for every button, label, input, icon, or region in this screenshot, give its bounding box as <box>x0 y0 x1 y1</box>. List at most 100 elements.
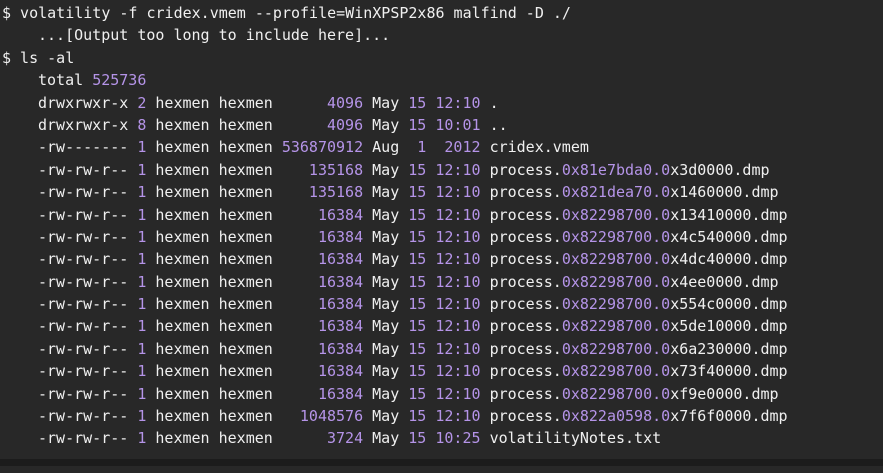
file-permissions: -rw-rw-r-- <box>38 272 129 291</box>
file-permissions: drwxrwxr-x <box>38 93 129 112</box>
file-size: 16384 <box>281 205 364 224</box>
file-month: May <box>372 250 400 269</box>
file-owner: hexmen <box>155 227 210 246</box>
file-row: -rw-rw-r-- 1 hexmen hexmen 16384 May 15 … <box>0 360 883 382</box>
file-name-hex: 0x82298700.0 <box>561 250 671 269</box>
volatility-command-line: $ volatility -f cridex.vmem --profile=Wi… <box>2 4 571 22</box>
file-size: 135168 <box>281 160 364 179</box>
file-time: 12:10 <box>435 227 481 246</box>
file-name-hex: 0x82298700.0 <box>561 339 671 358</box>
file-group: hexmen <box>218 183 273 202</box>
file-permissions: -rw-rw-r-- <box>38 317 129 336</box>
file-size: 16384 <box>281 339 364 358</box>
file-name-hex: 0x822a0598.0 <box>561 407 671 426</box>
file-time: 12:10 <box>435 295 481 314</box>
file-group: hexmen <box>218 295 273 314</box>
file-group: hexmen <box>218 138 273 157</box>
file-time: 12:10 <box>435 272 481 291</box>
file-time: 12:10 <box>435 384 481 403</box>
file-time: 12:10 <box>435 317 481 336</box>
file-name-rest: x4dc40000.dmp <box>670 250 788 269</box>
file-size: 16384 <box>281 362 364 381</box>
file-name: process. <box>489 339 562 358</box>
file-size: 4096 <box>281 115 364 134</box>
file-name: process. <box>489 317 562 336</box>
file-month: May <box>372 295 400 314</box>
file-group: hexmen <box>218 429 273 448</box>
file-permissions: -rw-rw-r-- <box>38 384 129 403</box>
file-name-rest: x4c540000.dmp <box>670 227 788 246</box>
file-name: process. <box>489 295 562 314</box>
file-size: 16384 <box>281 317 364 336</box>
file-name-rest: x554c0000.dmp <box>670 295 788 314</box>
file-permissions: -rw-rw-r-- <box>38 183 129 202</box>
file-size: 16384 <box>281 295 364 314</box>
file-group: hexmen <box>218 339 273 358</box>
file-day: 15 <box>408 250 427 269</box>
file-row: -rw-rw-r-- 1 hexmen hexmen 135168 May 15… <box>0 181 883 203</box>
file-month: May <box>372 384 400 403</box>
terminal-window[interactable]: $ volatility -f cridex.vmem --profile=Wi… <box>0 0 883 466</box>
file-month: May <box>372 205 400 224</box>
file-day: 15 <box>408 115 427 134</box>
file-name: process. <box>489 160 562 179</box>
file-owner: hexmen <box>155 295 210 314</box>
file-size: 4096 <box>281 93 364 112</box>
ls-command-line: $ ls -al <box>2 48 75 67</box>
total-label: total <box>38 71 84 90</box>
file-day: 15 <box>408 183 427 202</box>
file-time: 12:10 <box>435 407 481 426</box>
file-month: May <box>372 272 400 291</box>
file-owner: hexmen <box>155 407 210 426</box>
file-day: 15 <box>408 93 427 112</box>
file-listing: drwxrwxr-x 2 hexmen hexmen 4096 May 15 1… <box>0 92 883 450</box>
file-group: hexmen <box>218 160 273 179</box>
total-line: total 525736 <box>0 69 883 91</box>
file-month: May <box>372 362 400 381</box>
file-permissions: -rw-rw-r-- <box>38 429 129 448</box>
file-time: 12:10 <box>435 160 481 179</box>
file-row: -rw-rw-r-- 1 hexmen hexmen 135168 May 15… <box>0 159 883 181</box>
file-day: 15 <box>408 407 427 426</box>
file-time: 12:10 <box>435 362 481 381</box>
file-permissions: drwxrwxr-x <box>38 115 129 134</box>
file-permissions: -rw-rw-r-- <box>38 227 129 246</box>
file-name: process. <box>489 362 562 381</box>
file-name-hex: 0x82298700.0 <box>561 205 671 224</box>
file-name-hex: 0x82298700.0 <box>561 384 671 403</box>
file-row: -rw-rw-r-- 1 hexmen hexmen 16384 May 15 … <box>0 271 883 293</box>
file-day: 15 <box>408 272 427 291</box>
file-time: 10:25 <box>435 429 481 448</box>
file-month: May <box>372 93 400 112</box>
file-group: hexmen <box>218 227 273 246</box>
file-group: hexmen <box>218 407 273 426</box>
file-owner: hexmen <box>155 183 210 202</box>
file-name-rest: x4ee0000.dmp <box>670 272 779 291</box>
file-row: -rw-rw-r-- 1 hexmen hexmen 16384 May 15 … <box>0 338 883 360</box>
file-day: 15 <box>408 339 427 358</box>
file-permissions: -rw-rw-r-- <box>38 160 129 179</box>
file-permissions: -rw-rw-r-- <box>38 339 129 358</box>
file-permissions: -rw-rw-r-- <box>38 250 129 269</box>
file-day: 15 <box>408 160 427 179</box>
file-name-hex: 0x82298700.0 <box>561 317 671 336</box>
file-group: hexmen <box>218 250 273 269</box>
file-name-rest: x6a230000.dmp <box>670 339 788 358</box>
file-row: -rw-rw-r-- 1 hexmen hexmen 16384 May 15 … <box>0 383 883 405</box>
file-name-rest: x7f6f0000.dmp <box>670 407 788 426</box>
file-group: hexmen <box>218 205 273 224</box>
file-owner: hexmen <box>155 272 210 291</box>
file-permissions: -rw-rw-r-- <box>38 295 129 314</box>
file-month: May <box>372 227 400 246</box>
file-group: hexmen <box>218 272 273 291</box>
file-month: May <box>372 160 400 179</box>
file-permissions: -rw-rw-r-- <box>38 407 129 426</box>
file-permissions: -rw-rw-r-- <box>38 362 129 381</box>
file-group: hexmen <box>218 317 273 336</box>
file-row: -rw-rw-r-- 1 hexmen hexmen 16384 May 15 … <box>0 204 883 226</box>
file-row: -rw-rw-r-- 1 hexmen hexmen 1048576 May 1… <box>0 405 883 427</box>
file-name-rest: x3d0000.dmp <box>670 160 770 179</box>
file-size: 16384 <box>281 227 364 246</box>
file-month: May <box>372 183 400 202</box>
file-time: 12:10 <box>435 183 481 202</box>
